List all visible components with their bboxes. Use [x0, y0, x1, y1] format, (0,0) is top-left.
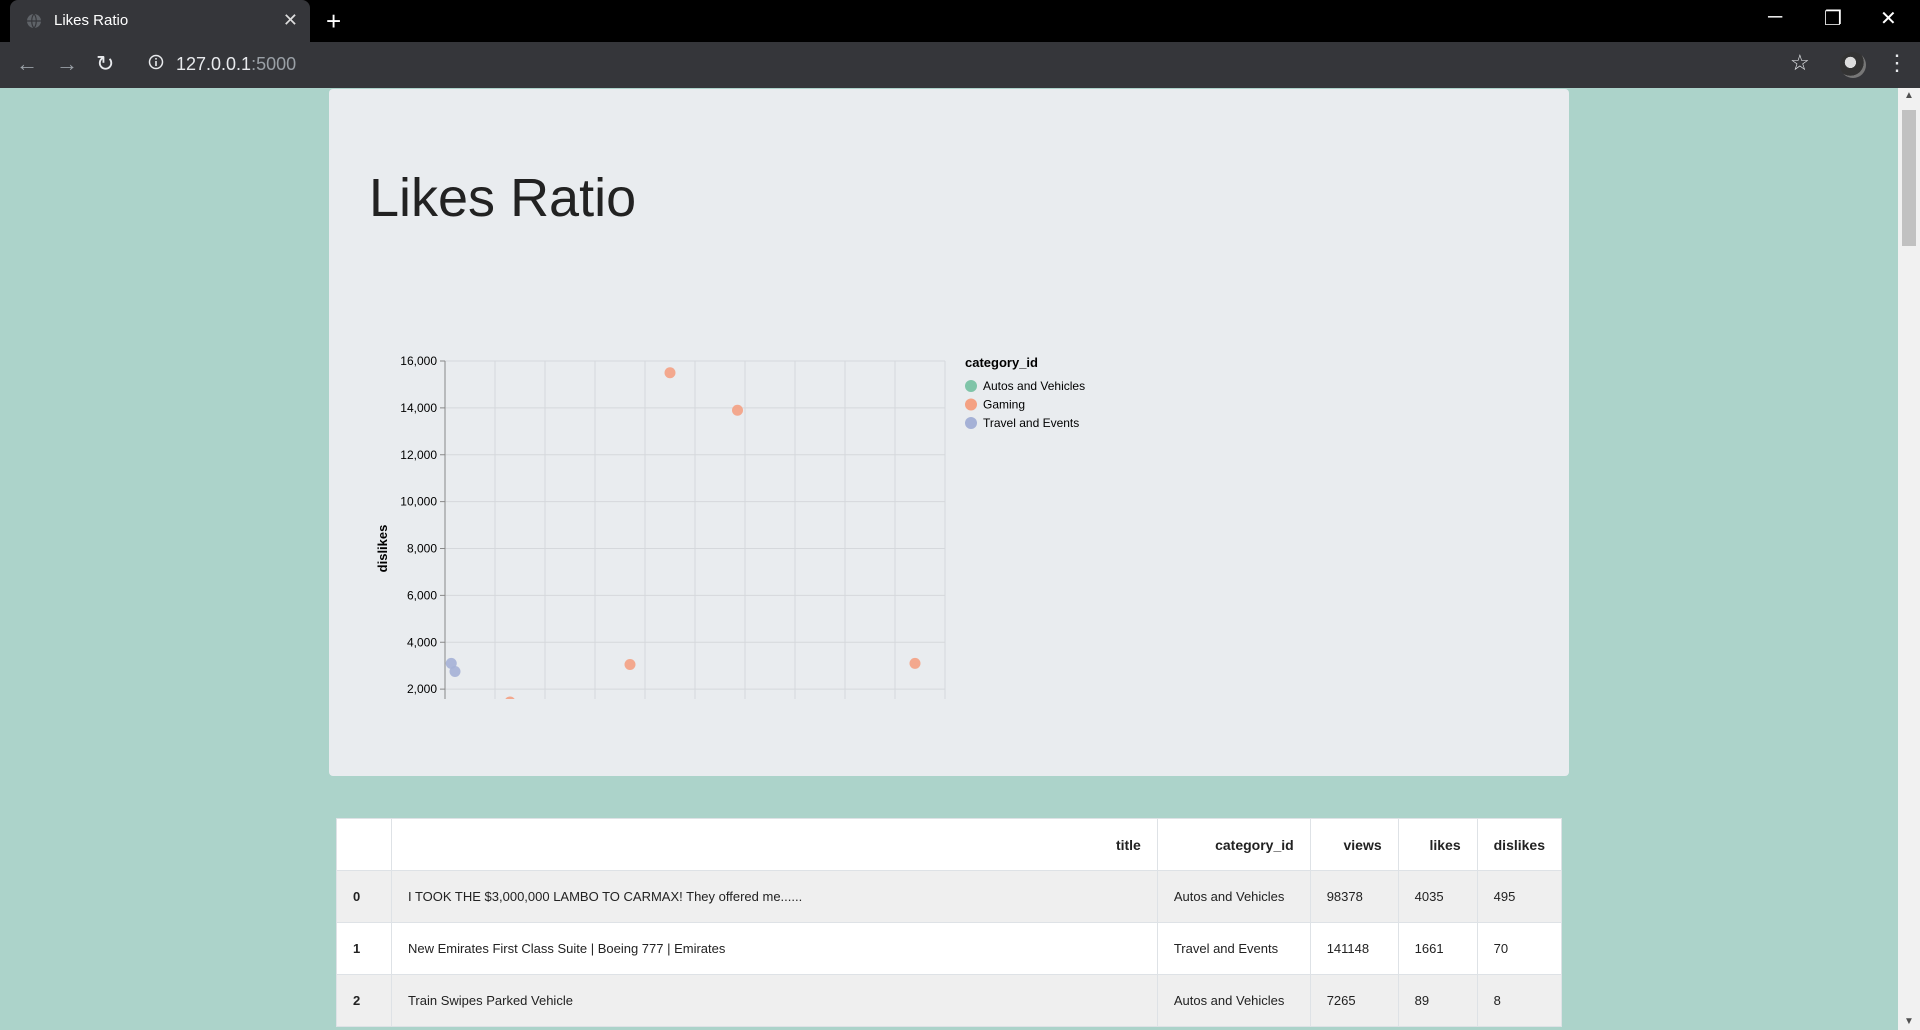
more-menu-icon[interactable]: ⋮ — [1886, 50, 1908, 76]
minimize-button[interactable]: ─ — [1768, 6, 1782, 29]
row-index: 1 — [336, 922, 392, 975]
profile-avatar[interactable] — [1840, 52, 1866, 78]
cell-category-id: Autos and Vehicles — [1156, 870, 1311, 923]
header-likes: likes — [1397, 818, 1478, 871]
header-index — [336, 818, 392, 871]
data-point — [664, 367, 676, 379]
header-category-id: category_id — [1156, 818, 1311, 871]
legend-label: Travel and Events — [983, 416, 1079, 430]
page-scrollbar[interactable]: ▲ ▼ — [1898, 88, 1920, 1030]
cell-views: 141148 — [1309, 922, 1399, 975]
header-dislikes: dislikes — [1476, 818, 1563, 871]
header-views: views — [1309, 818, 1399, 871]
scrollbar-thumb[interactable] — [1902, 110, 1916, 246]
close-tab-icon[interactable]: ✕ — [283, 10, 298, 31]
row-index: 0 — [336, 870, 392, 923]
data-table: title category_id views likes dislikes 0… — [336, 818, 1563, 1027]
header-title: title — [390, 818, 1158, 871]
cell-category-id: Autos and Vehicles — [1156, 974, 1311, 1027]
restore-button[interactable]: ❐ — [1824, 6, 1842, 31]
cell-views: 98378 — [1309, 870, 1399, 923]
y-tick-label: 4,000 — [407, 635, 437, 649]
table-header-row: title category_id views likes dislikes — [336, 818, 1563, 871]
url-port: :5000 — [251, 54, 297, 74]
info-icon[interactable] — [148, 54, 164, 70]
y-tick-label: 2,000 — [407, 682, 437, 696]
y-axis-label: dislikes — [375, 525, 390, 573]
cell-title: Train Swipes Parked Vehicle — [390, 974, 1158, 1027]
scroll-down-arrow-icon[interactable]: ▼ — [1904, 1016, 1914, 1027]
data-point — [505, 696, 515, 699]
y-tick-label: 6,000 — [407, 588, 437, 602]
address-bar[interactable]: 127.0.0.1:5000 — [176, 54, 296, 75]
y-tick-label: 16,000 — [400, 354, 437, 368]
y-tick-label: 14,000 — [400, 401, 437, 415]
cell-dislikes: 495 — [1476, 870, 1563, 923]
table-row: 1 New Emirates First Class Suite | Boein… — [336, 922, 1563, 975]
legend-label: Autos and Vehicles — [983, 379, 1085, 393]
bookmark-star-icon[interactable]: ☆ — [1790, 50, 1810, 76]
data-table-wrapper: title category_id views likes dislikes 0… — [336, 818, 1563, 1027]
legend-swatch — [965, 417, 977, 429]
legend-swatch — [965, 398, 977, 411]
reload-icon[interactable]: ↻ — [96, 51, 114, 77]
page-title: Likes Ratio — [369, 168, 637, 228]
y-tick-label: 12,000 — [400, 448, 437, 462]
cell-category-id: Travel and Events — [1156, 922, 1311, 975]
tab-title: Likes Ratio — [54, 12, 129, 29]
legend-swatch — [965, 380, 977, 392]
cell-likes: 4035 — [1397, 870, 1478, 923]
cell-title: New Emirates First Class Suite | Boeing … — [390, 922, 1158, 975]
browser-tab-bar: Likes Ratio ✕ + ─ ❐ ✕ — [0, 0, 1920, 42]
legend-title: category_id — [965, 355, 1038, 370]
scroll-up-arrow-icon[interactable]: ▲ — [1904, 90, 1914, 101]
data-point — [624, 659, 636, 671]
table-row: 0 I TOOK THE $3,000,000 LAMBO TO CARMAX!… — [336, 870, 1563, 923]
row-index: 2 — [336, 974, 392, 1027]
data-point — [449, 666, 461, 678]
scatter-chart: 040,00080,000120,000160,000200,00002,000… — [375, 354, 1085, 699]
browser-toolbar: ← → ↻ 127.0.0.1:5000 ☆ ⋮ — [0, 42, 1920, 88]
cell-dislikes: 70 — [1476, 922, 1563, 975]
new-tab-button[interactable]: + — [326, 6, 341, 37]
cell-likes: 1661 — [1397, 922, 1478, 975]
forward-icon[interactable]: → — [56, 51, 78, 77]
close-window-button[interactable]: ✕ — [1880, 6, 1897, 31]
cell-likes: 89 — [1397, 974, 1478, 1027]
y-tick-label: 8,000 — [407, 542, 437, 556]
data-point — [909, 657, 921, 669]
back-icon[interactable]: ← — [16, 51, 38, 77]
legend-label: Gaming — [983, 398, 1025, 412]
data-point — [732, 404, 743, 416]
cell-title: I TOOK THE $3,000,000 LAMBO TO CARMAX! T… — [390, 870, 1158, 923]
url-host: 127.0.0.1 — [176, 54, 252, 74]
y-tick-label: 10,000 — [400, 495, 437, 509]
browser-tab[interactable]: Likes Ratio ✕ — [10, 0, 310, 42]
cell-views: 7265 — [1309, 974, 1399, 1027]
cell-dislikes: 8 — [1476, 974, 1563, 1027]
globe-icon — [27, 13, 41, 29]
table-row: 2 Train Swipes Parked Vehicle Autos and … — [336, 974, 1563, 1027]
chart-card: Likes Ratio 040,00080,000120,000160,0002… — [329, 89, 1569, 776]
